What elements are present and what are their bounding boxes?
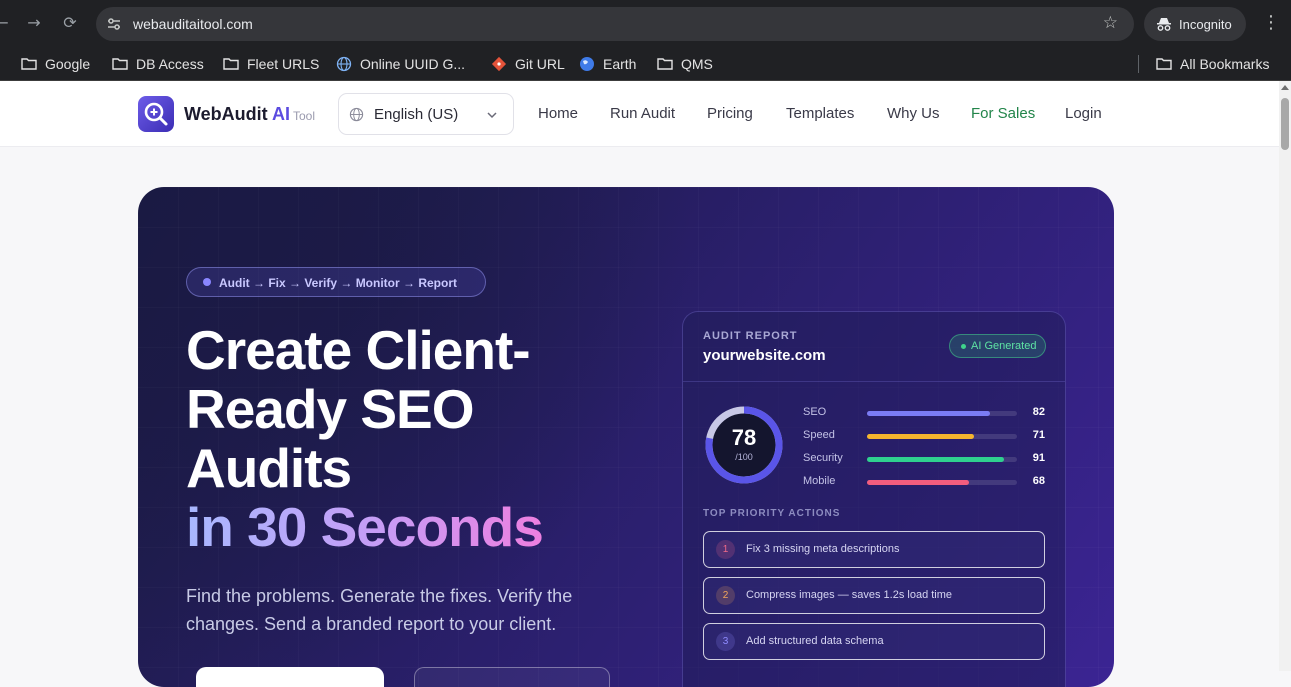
priority-action-item[interactable]: 3 Add structured data schema	[703, 623, 1045, 660]
brand-name[interactable]: WebAudit AI Tool	[184, 104, 315, 125]
incognito-label: Incognito	[1179, 17, 1232, 32]
workflow-pill-text: Audit → Fix → Verify → Monitor → Report	[219, 276, 458, 290]
git-icon	[491, 56, 507, 72]
back-icon[interactable]: ←	[0, 12, 13, 34]
secondary-cta-button[interactable]	[414, 667, 610, 687]
metric-label: Mobile	[803, 475, 836, 487]
score-max: /100	[735, 452, 753, 462]
bookmarks-bar: › Google DB Access Fleet URLS Online UUI…	[0, 46, 1291, 81]
metric-label: Speed	[803, 429, 835, 441]
nav-templates[interactable]: Templates	[786, 105, 854, 122]
scroll-up-arrow-icon[interactable]	[1281, 85, 1289, 90]
bookmark-db-access[interactable]: DB Access	[112, 53, 204, 75]
folder-icon	[1156, 58, 1172, 70]
nav-pricing[interactable]: Pricing	[707, 105, 753, 122]
metric-value: 71	[1032, 429, 1045, 441]
magnifier-logo-icon	[144, 102, 168, 126]
overall-score: 78	[731, 425, 757, 450]
hero-section: Audit → Fix → Verify → Monitor → Report …	[138, 187, 1114, 687]
language-value: English (US)	[374, 106, 459, 123]
primary-cta-button[interactable]	[196, 667, 384, 687]
metric-bar	[867, 480, 1017, 485]
report-label: AUDIT REPORT	[703, 330, 798, 342]
chevron-down-icon	[487, 112, 497, 119]
address-bar[interactable]: webauditaitool.com ☆	[96, 7, 1134, 41]
metric-bar	[867, 457, 1017, 462]
folder-icon	[21, 58, 37, 70]
incognito-icon	[1157, 18, 1171, 31]
browser-menu-icon[interactable]: ⋮	[1262, 12, 1280, 33]
metric-bar	[867, 434, 1017, 439]
report-site: yourwebsite.com	[703, 347, 826, 364]
ai-generated-badge: AI Generated	[949, 334, 1046, 358]
folder-icon	[657, 58, 673, 70]
forward-icon[interactable]: →	[23, 12, 45, 34]
earth-icon	[580, 57, 594, 71]
metric-label: Security	[803, 452, 843, 464]
hero-headline: Create Client- Ready SEO Audits in 30 Se…	[186, 319, 544, 558]
folder-icon	[223, 58, 239, 70]
bookmarks-divider	[1138, 55, 1139, 73]
metric-bar-fill	[867, 480, 969, 485]
bookmark-online-uuid[interactable]: Online UUID G...	[336, 53, 465, 75]
all-bookmarks[interactable]: All Bookmarks	[1156, 53, 1269, 75]
bookmark-git-url[interactable]: Git URL	[491, 53, 565, 75]
priority-action-item[interactable]: 1 Fix 3 missing meta descriptions	[703, 531, 1045, 568]
incognito-indicator[interactable]: Incognito	[1144, 7, 1246, 41]
nav-run-audit[interactable]: Run Audit	[610, 105, 675, 122]
nav-home[interactable]: Home	[538, 105, 578, 122]
metric-bar-fill	[867, 434, 974, 439]
site-logo[interactable]	[138, 96, 174, 132]
metric-bar	[867, 411, 1017, 416]
metric-bar-fill	[867, 411, 990, 416]
bookmark-fleet-urls[interactable]: Fleet URLS	[223, 53, 319, 75]
priority-action-item[interactable]: 2 Compress images — saves 1.2s load time	[703, 577, 1045, 614]
action-number-badge: 2	[716, 586, 735, 605]
hero-subtext: Find the problems. Generate the fixes. V…	[186, 586, 573, 634]
nav-login[interactable]: Login	[1065, 105, 1102, 122]
globe-icon	[349, 107, 364, 122]
metric-bar-fill	[867, 457, 1004, 462]
site-header: WebAudit AI Tool English (US) Home Run Au…	[0, 81, 1279, 147]
audit-report-card: AUDIT REPORT yourwebsite.com AI Generate…	[682, 311, 1066, 687]
metric-value: 68	[1032, 475, 1045, 487]
metric-value: 82	[1032, 406, 1045, 418]
metric-label: SEO	[803, 406, 827, 418]
nav-for-sales[interactable]: For Sales	[971, 105, 1035, 122]
page-scrollbar[interactable]	[1279, 81, 1291, 671]
reload-icon[interactable]: ⟳	[59, 12, 81, 34]
bookmark-qms[interactable]: QMS	[657, 53, 713, 75]
action-text: Fix 3 missing meta descriptions	[746, 543, 900, 555]
workflow-pill: Audit → Fix → Verify → Monitor → Report	[186, 267, 486, 297]
site-settings-icon[interactable]	[106, 16, 122, 32]
nav-why-us[interactable]: Why Us	[887, 105, 940, 122]
metric-value: 91	[1032, 452, 1045, 464]
folder-icon	[112, 58, 128, 70]
action-text: Compress images — saves 1.2s load time	[746, 589, 953, 601]
report-card-header: AUDIT REPORT yourwebsite.com AI Generate…	[683, 312, 1065, 382]
bookmark-google[interactable]: Google	[21, 53, 90, 75]
actions-title: TOP PRIORITY ACTIONS	[703, 508, 841, 519]
bookmark-star-icon[interactable]: ☆	[1103, 13, 1118, 33]
action-text: Add structured data schema	[746, 635, 884, 647]
bookmark-earth[interactable]: Earth	[579, 53, 636, 75]
headline-highlight: in 30 Seconds	[186, 496, 544, 558]
badge-dot-icon	[961, 344, 966, 349]
browser-toolbar: ← → ⟳ webauditaitool.com ☆ Incognito ⋮	[0, 0, 1291, 46]
url-text[interactable]: webauditaitool.com	[133, 16, 253, 32]
action-number-badge: 1	[716, 540, 735, 559]
language-select[interactable]: English (US)	[338, 93, 514, 135]
globe-icon	[336, 56, 352, 72]
pill-dot-icon	[203, 278, 211, 286]
scroll-thumb[interactable]	[1281, 98, 1289, 150]
action-number-badge: 3	[716, 632, 735, 651]
